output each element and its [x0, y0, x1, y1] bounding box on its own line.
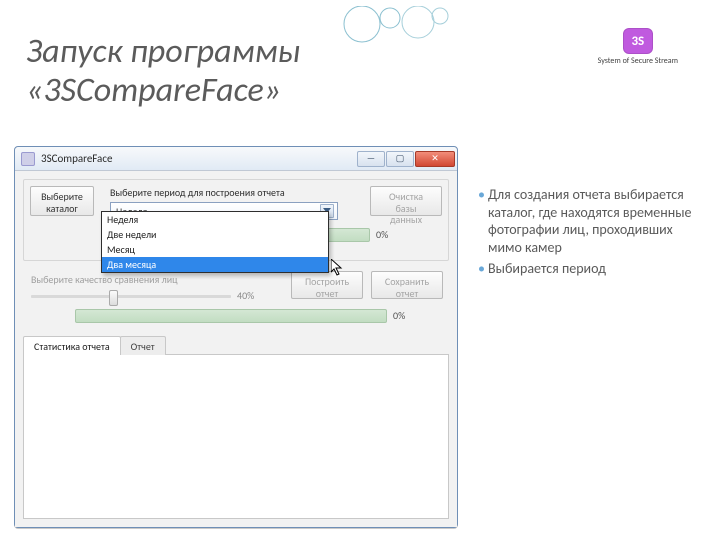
app-window: 3SCompareFace — ▢ ✕ Выберите каталог Выб… — [14, 146, 458, 528]
period-option-0[interactable]: Неделя — [102, 212, 328, 227]
logo-caption: System of Secure Stream — [598, 56, 678, 66]
bullet-2: Выбирается период — [478, 260, 696, 278]
maximize-button[interactable]: ▢ — [386, 151, 414, 167]
quality-label: Выберите качество сравнения лиц — [31, 273, 178, 286]
close-button[interactable]: ✕ — [415, 151, 455, 167]
build-report-button[interactable]: Построить отчет — [291, 271, 363, 299]
logo: 3S System of Secure Stream — [598, 28, 678, 66]
tab-stats[interactable]: Статистика отчета — [23, 336, 121, 355]
slider-track — [31, 295, 231, 298]
cleanup-db-button[interactable]: Очистка базы данных — [370, 186, 442, 216]
slider-thumb[interactable] — [109, 290, 118, 306]
window-title: 3SCompareFace — [41, 152, 356, 165]
period-label: Выберите период для построения отчета — [110, 186, 285, 199]
titlebar[interactable]: 3SCompareFace — ▢ ✕ — [15, 147, 457, 171]
tab-panel — [23, 355, 449, 519]
period-option-1[interactable]: Две недели — [102, 227, 328, 242]
quality-slider[interactable] — [31, 289, 231, 303]
tab-report[interactable]: Отчет — [120, 336, 166, 355]
slide-title-line2: «3SCompareFace» — [26, 70, 281, 111]
period-option-2[interactable]: Месяц — [102, 242, 328, 257]
bullet-1: Для создания отчета выбирается каталог, … — [478, 186, 696, 256]
slide-title-line1: Запуск программы — [26, 31, 300, 72]
period-option-3[interactable]: Два месяца — [102, 257, 328, 272]
side-bullets: Для создания отчета выбирается каталог, … — [478, 186, 696, 282]
progress-bottom — [75, 309, 387, 323]
save-report-button[interactable]: Сохранить отчет — [371, 271, 443, 299]
decor-rings-icon — [340, 6, 460, 56]
client-area: Выберите каталог Выберите период для пос… — [15, 171, 457, 527]
logo-badge: 3S — [623, 28, 653, 54]
slide-title: Запуск программы «3SCompareFace» — [26, 32, 300, 110]
minimize-button[interactable]: — — [357, 151, 385, 167]
window-controls: — ▢ ✕ — [356, 151, 455, 167]
progress-bottom-pct: 0% — [393, 309, 405, 322]
select-catalog-button[interactable]: Выберите каталог — [30, 186, 94, 216]
app-icon — [21, 152, 35, 166]
progress-top-pct: 0% — [376, 228, 388, 241]
period-dropdown[interactable]: Неделя Две недели Месяц Два месяца — [101, 211, 329, 273]
tabs: Статистика отчета Отчет — [23, 335, 449, 355]
quality-pct: 40% — [237, 289, 254, 302]
